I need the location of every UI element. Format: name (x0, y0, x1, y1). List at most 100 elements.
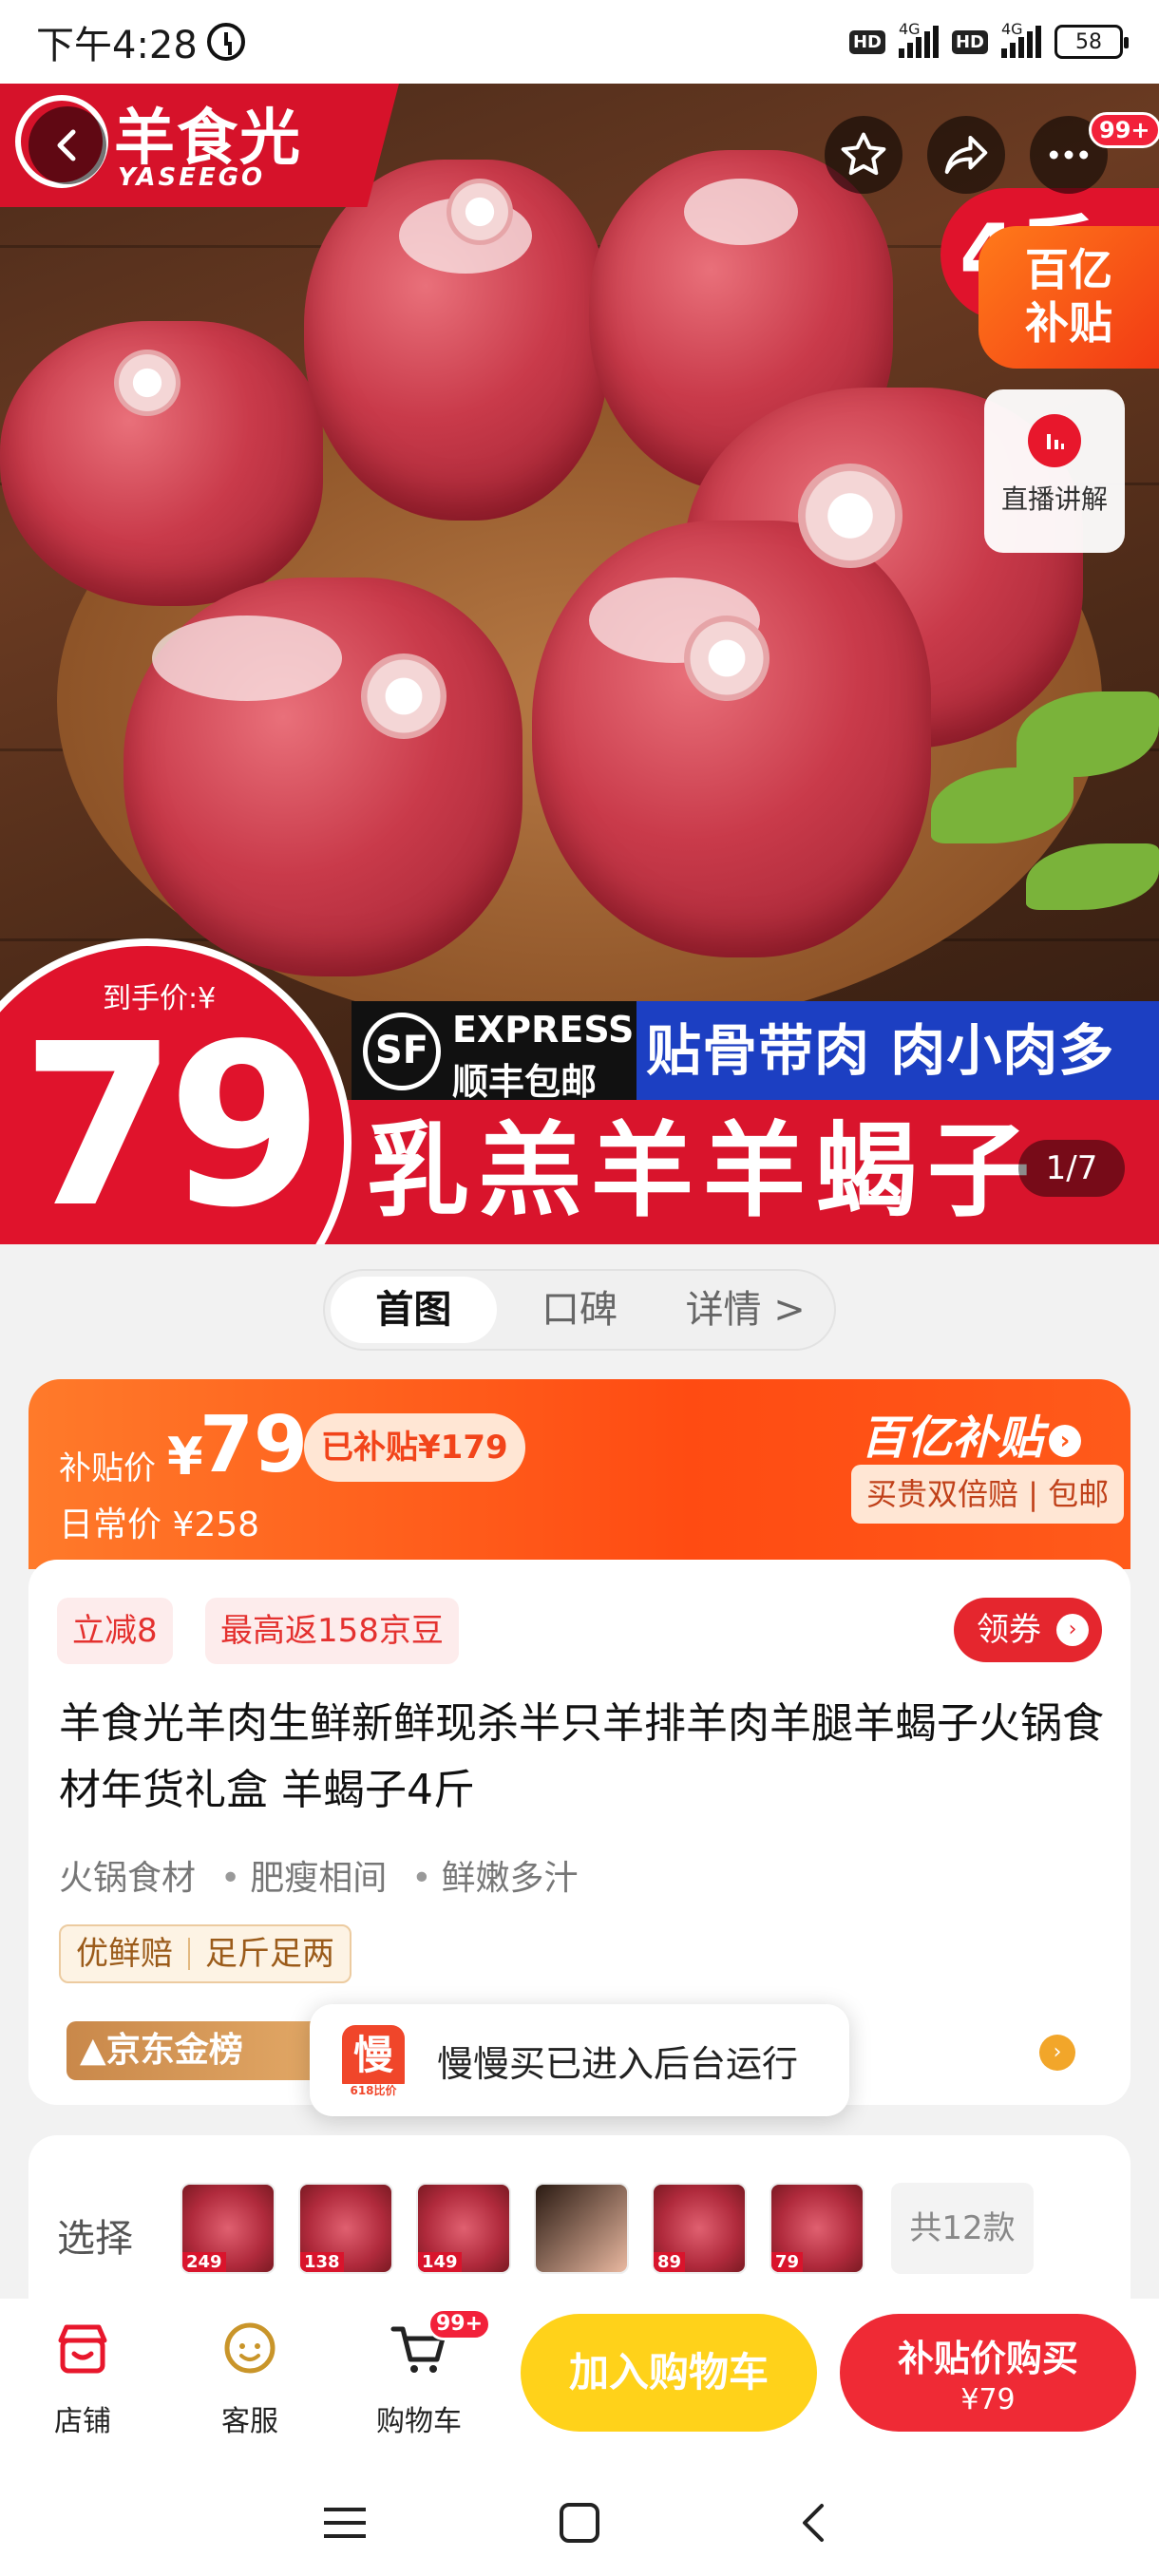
jd-gold-ranking-badge[interactable]: ▲京东金榜 (66, 2021, 323, 2080)
subsidy-program-link[interactable]: 百亿补贴 › (861, 1400, 1082, 1467)
subsidy-float-line2: 补贴 (1025, 297, 1112, 349)
customer-service-button[interactable]: 客服 (188, 2316, 312, 2439)
service-guarantees[interactable]: 优鲜赔 足斤足两 (59, 1924, 352, 1983)
tab-reviews[interactable]: 口碑 (497, 1277, 663, 1343)
chevron-right-icon: › (1056, 1614, 1089, 1646)
variant-thumb[interactable]: 79 (770, 2183, 864, 2274)
get-coupon-label: 领券 (977, 1611, 1041, 1649)
guarantee-weight: 足斤足两 (205, 1935, 334, 1973)
app-icon-sub: 618比价 (342, 2084, 405, 2097)
bone (798, 464, 902, 568)
live-icon (1028, 414, 1081, 467)
battery-icon: 58 (1054, 25, 1129, 59)
hero-price-badge: 到手价:¥ 79 (0, 938, 352, 1244)
brand-name-en: YASEEGO (118, 163, 266, 192)
customer-service-label: 客服 (221, 2405, 278, 2438)
feature-item: 火锅食材 (59, 1859, 197, 1898)
hero-price-value: 79 (21, 995, 323, 1245)
subsidy-float-badge[interactable]: 百亿 补贴 (978, 226, 1159, 369)
live-label: 直播讲解 (1000, 483, 1108, 515)
cart-count-badge: 99+ (428, 2308, 492, 2340)
variant-thumb[interactable]: 138 (298, 2183, 393, 2274)
message-count-badge: 99+ (1089, 112, 1159, 148)
section-tabs: 首图 口碑 详情 > (323, 1269, 836, 1351)
meat-piece (532, 521, 931, 957)
subsidy-float-line1: 百亿 (1025, 244, 1112, 295)
variant-thumb[interactable] (534, 2183, 629, 2274)
bone (114, 350, 180, 416)
product-hero-image[interactable]: 羊食光 YASEEGO 4斤 99+ 百亿 补贴 直播讲解 SF EXPRESS… (0, 84, 1159, 1244)
jd-gold-label: 京东金榜 (105, 2031, 243, 2070)
daily-price: 日常价 ¥258 (59, 1506, 260, 1544)
feature-item: • 肥瘦相间 (220, 1859, 388, 1898)
alarm-icon (206, 23, 245, 61)
variant-label: 选择 (57, 2217, 133, 2261)
shop-icon (58, 2324, 107, 2374)
cart-button[interactable]: 99+ 购物车 (357, 2308, 492, 2439)
signal-icon-2: 4G (1001, 20, 1041, 58)
live-explain-button[interactable]: 直播讲解 (984, 389, 1125, 553)
bottom-action-bar: 店铺 客服 99+ 购物车 加入购物车 补贴价购买 ¥79 (0, 2299, 1159, 2470)
celery-leaf (1026, 843, 1159, 910)
system-nav-bar (0, 2470, 1159, 2576)
bone (361, 653, 446, 739)
favorite-button[interactable] (825, 116, 902, 194)
shop-button[interactable]: 店铺 (21, 2316, 144, 2439)
tab-details[interactable]: 详情 > (662, 1277, 828, 1343)
menu-button[interactable] (316, 2494, 373, 2551)
buy-subsidy-label: 补贴价购买 (897, 2338, 1078, 2379)
network-label-2: 4G (1001, 20, 1023, 38)
currency-symbol: ¥ (167, 1427, 203, 1487)
battery-level: 58 (1075, 29, 1102, 54)
background-run-toast: 慢 618比价 慢慢买已进入后台运行 (310, 2004, 849, 2116)
status-icons: HD 4G HD 4G 58 (848, 20, 1129, 59)
bone (446, 179, 513, 245)
manmanmai-app-icon: 慢 618比价 (342, 2025, 405, 2097)
chevron-right-icon[interactable]: › (1039, 2035, 1075, 2071)
get-coupon-button[interactable]: 领券 › (954, 1598, 1102, 1662)
hd-icon: HD (848, 29, 885, 54)
back-icon (57, 129, 76, 161)
subsidy-program-label: 百亿补贴 (861, 1411, 1044, 1465)
share-button[interactable] (927, 116, 1005, 194)
guarantee-tag: 买贵双倍赔 | 包邮 (851, 1465, 1125, 1524)
product-title: 羊食光羊肉生鲜新鲜现杀半只羊排羊肉羊腿羊蝎子火锅食材年货礼盒 羊蝎子4斤 (59, 1699, 1104, 1814)
subsidy-price-value: 79 (200, 1400, 309, 1490)
subsidy-price-card: 补贴价 ¥ 79 已补贴¥179 日常价 ¥258 百亿补贴 › 买贵双倍赔 | … (28, 1379, 1130, 1569)
cart-label: 购物车 (376, 2405, 462, 2438)
network-label: 4G (898, 20, 921, 38)
chevron-right-icon: › (1049, 1425, 1082, 1457)
variant-thumb[interactable]: 249 (180, 2183, 276, 2274)
back-button[interactable] (28, 106, 106, 184)
variant-thumb[interactable]: 89 (652, 2183, 747, 2274)
toast-message: 慢慢买已进入后台运行 (437, 2042, 799, 2085)
home-button[interactable] (551, 2494, 608, 2551)
share-icon (944, 135, 988, 175)
back-arrow-icon (802, 2504, 824, 2542)
sf-logo-icon: SF (363, 1013, 441, 1090)
guarantee-fresh: 优鲜赔 (76, 1935, 173, 1973)
more-icon (1049, 150, 1089, 160)
sf-free-shipping-text: 顺丰包邮 (452, 1061, 598, 1103)
star-icon (841, 132, 886, 176)
buy-subsidy-button[interactable]: 补贴价购买 ¥79 (840, 2314, 1136, 2432)
menu-icon (324, 2508, 367, 2538)
variant-selector: 选择 249 138 149 89 79 共12款 (28, 2135, 1130, 2325)
hd-icon-2: HD (951, 29, 988, 54)
variant-total-count[interactable]: 共12款 (891, 2183, 1034, 2274)
add-to-cart-button[interactable]: 加入购物车 (521, 2314, 817, 2432)
image-pager: 1/7 (1018, 1140, 1125, 1197)
feature-banner: 贴骨带肉 肉小肉多 (636, 1001, 1159, 1100)
feature-list: 火锅食材 • 肥瘦相间 • 鲜嫩多汁 (59, 1850, 579, 1900)
tab-main-image[interactable]: 首图 (331, 1277, 497, 1343)
sf-express-banner: SF EXPRESS 顺丰包邮 (352, 1001, 636, 1103)
system-back-button[interactable] (786, 2494, 843, 2551)
customer-service-icon (224, 2322, 276, 2374)
variant-thumb[interactable]: 149 (416, 2183, 511, 2274)
subsidy-price-label: 补贴价 (59, 1449, 156, 1487)
discount-chip[interactable]: 立减8 (57, 1598, 173, 1664)
buy-subsidy-price: ¥79 (960, 2383, 1016, 2416)
status-bar: 下午4:28 HD 4G HD 4G 58 (0, 0, 1159, 84)
jd-logo-icon: ▲ (80, 2031, 106, 2070)
jd-beans-chip[interactable]: 最高返158京豆 (205, 1598, 459, 1664)
